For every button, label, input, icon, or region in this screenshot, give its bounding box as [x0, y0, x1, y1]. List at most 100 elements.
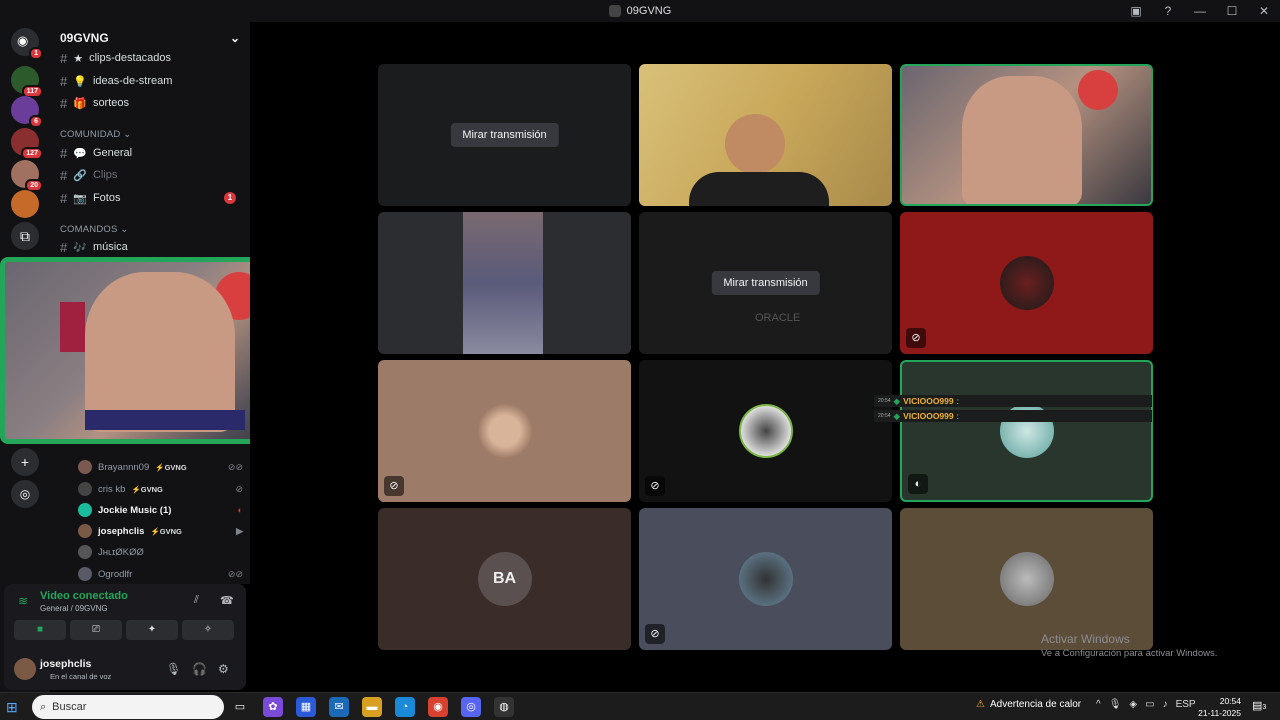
microphone-icon[interactable]: 🎙 — [1109, 699, 1122, 710]
help-icon[interactable]: ? — [1152, 4, 1184, 18]
person-video — [689, 172, 829, 206]
muted-icon: ⊘⊘ — [227, 461, 243, 472]
muted-icon: ⊘ — [906, 328, 926, 348]
video-tile[interactable]: BA — [378, 508, 631, 650]
user-status: En el canal de voz — [50, 672, 112, 681]
disconnect-icon[interactable]: ☎ — [220, 594, 234, 607]
server-icon-2[interactable]: 6 — [11, 96, 43, 128]
settings-gear-icon[interactable]: ⚙ — [218, 662, 229, 676]
server-icon-4[interactable]: 20 — [11, 160, 43, 192]
video-tile[interactable]: ⊘ — [378, 360, 631, 502]
discover-icon[interactable]: ◎ — [11, 480, 39, 508]
store-icon[interactable]: ▦ — [296, 697, 316, 717]
voice-user[interactable]: Brayannn09 ⚡GVNG ⊘⊘ — [78, 457, 243, 477]
voice-user[interactable]: cris kb ⚡GVNG ⊘ — [78, 479, 243, 499]
avatar: BA — [477, 552, 532, 606]
channel-fotos[interactable]: # 📷 Fotos 1 — [60, 188, 240, 208]
maximize-icon[interactable]: ☐ — [1216, 4, 1248, 18]
minimize-icon[interactable]: — — [1184, 4, 1216, 18]
headphones-icon[interactable]: 🎧 — [192, 662, 207, 676]
server-icon-1[interactable]: 117 — [11, 66, 43, 98]
server-icon-3[interactable]: 127 — [11, 128, 43, 160]
system-tray[interactable]: ^ 🎙 ◈ ▭ ♪ ESP — [1096, 699, 1196, 710]
screen-share-button[interactable]: ⎚ — [70, 620, 122, 640]
language-indicator[interactable]: ESP — [1176, 699, 1196, 710]
voice-channel[interactable]: General / 09GVNG — [40, 604, 108, 613]
avatar[interactable] — [14, 658, 36, 680]
muted-icon: ⊘ — [645, 476, 665, 496]
microphone-icon[interactable]: 🎙 — [166, 662, 181, 676]
discord-home-icon[interactable]: ◉ 1 — [11, 28, 43, 60]
volume-icon[interactable]: ♪ — [1163, 699, 1168, 710]
app-icon[interactable]: ◍ — [494, 697, 514, 717]
notification-icon[interactable]: ▤3 — [1252, 699, 1266, 712]
channel-label: música — [92, 241, 128, 253]
channel-sorteos[interactable]: # 🎁 sorteos — [60, 93, 240, 113]
hash-icon: # — [60, 239, 68, 255]
twitch-icon[interactable]: ⧉ — [11, 222, 39, 250]
channel-clips-destacados[interactable]: # ★ clips-destacados — [60, 48, 240, 68]
stream-tile[interactable]: ORACLE Mirar transmisión — [639, 212, 892, 354]
user-panel: josephclis En el canal de voz 🎙 🎧 ⚙ — [4, 648, 246, 690]
watch-stream-button[interactable]: Mirar transmisión — [450, 123, 559, 147]
voice-connection-panel: ≋ Video conectado General / 09GVNG ⫽ ☎ ■… — [4, 584, 246, 648]
voice-user[interactable]: Jockie Music (1) ◐ — [78, 500, 243, 520]
channel-general[interactable]: # 💬 General — [60, 143, 240, 163]
voice-user[interactable]: josephclis ⚡GVNG ▶ — [78, 521, 243, 541]
video-tile-speaking[interactable] — [900, 64, 1153, 206]
channel-label: Fotos — [92, 192, 121, 204]
copilot-icon[interactable]: ✿ — [263, 697, 283, 717]
file-explorer-icon[interactable]: ▬ — [362, 697, 382, 717]
avatar — [78, 482, 92, 496]
hash-icon: # — [60, 190, 68, 206]
chevron-down-icon: ⌄ — [229, 31, 240, 45]
voice-user[interactable]: JʜʟɪØKØØ — [78, 542, 243, 562]
activities-icon: ✦ — [147, 624, 157, 635]
person-video — [85, 272, 235, 432]
soundboard-button[interactable]: ✧ — [182, 620, 234, 640]
chevron-up-icon[interactable]: ^ — [1096, 699, 1101, 710]
voice-user[interactable]: Ogrodlfr ⊘⊘ — [78, 564, 243, 584]
task-view-icon[interactable]: ▭ — [230, 697, 250, 717]
person-video — [962, 76, 1082, 204]
edge-icon[interactable]: ◔ — [395, 697, 415, 717]
taskbar-search[interactable]: ⌕ Buscar — [32, 695, 224, 719]
video-tile-speaking[interactable]: ◐ — [900, 360, 1153, 502]
stream-tile[interactable]: Mirar transmisión — [378, 64, 631, 206]
avatar — [78, 460, 92, 474]
activities-button[interactable]: ✦ — [126, 620, 178, 640]
video-tile[interactable]: ⊘ — [639, 360, 892, 502]
camera-button[interactable]: ■ — [14, 620, 66, 640]
outlook-icon[interactable]: ✉ — [329, 697, 349, 717]
channel-ideas-de-stream[interactable]: # 💡 ideas-de-stream — [60, 71, 240, 91]
noise-suppression-icon[interactable]: ⫽ — [194, 594, 199, 607]
video-tile[interactable] — [378, 212, 631, 354]
channel-clips[interactable]: # 🔗 Clips — [60, 165, 240, 185]
network-icon[interactable]: ▭ — [1145, 699, 1154, 710]
video-tile[interactable] — [639, 64, 892, 206]
category-comandos[interactable]: COMANDOS ⌄ — [60, 224, 129, 235]
inbox-icon[interactable]: ▣ — [1120, 4, 1152, 18]
video-tile[interactable]: ⊘ — [639, 508, 892, 650]
close-icon[interactable]: ✕ — [1248, 4, 1280, 18]
location-icon[interactable]: ◈ — [1129, 699, 1137, 710]
channel-label: Clips — [92, 169, 118, 181]
channel-musica[interactable]: # 🎶 música — [60, 237, 240, 257]
add-server-icon[interactable]: + — [11, 448, 39, 476]
clock[interactable]: 20:54 21-11-2025 — [1196, 695, 1241, 719]
video-tile[interactable]: ⊘ — [900, 212, 1153, 354]
server-icon-5[interactable] — [11, 190, 39, 218]
screen-share-icon: ⎚ — [92, 624, 100, 635]
avatar — [738, 404, 793, 458]
heat-warning[interactable]: ⚠ Advertencia de calor — [976, 699, 1081, 710]
deafened-icon: ◐ — [237, 505, 243, 515]
clock-time: 20:54 — [1219, 696, 1241, 706]
video-tile[interactable] — [900, 508, 1153, 650]
watch-stream-button[interactable]: Mirar transmisión — [711, 271, 820, 295]
discord-taskbar-icon[interactable]: ◎ — [461, 697, 481, 717]
windows-start-icon[interactable]: ⊞ — [6, 699, 18, 716]
chrome-icon[interactable]: ◉ — [428, 697, 448, 717]
chat-overlay-line: 20:54 ◆ VICIOOO999: — [874, 395, 1152, 407]
soundboard-icon: ✧ — [203, 624, 213, 635]
category-comunidad[interactable]: COMUNIDAD ⌄ — [60, 129, 131, 140]
